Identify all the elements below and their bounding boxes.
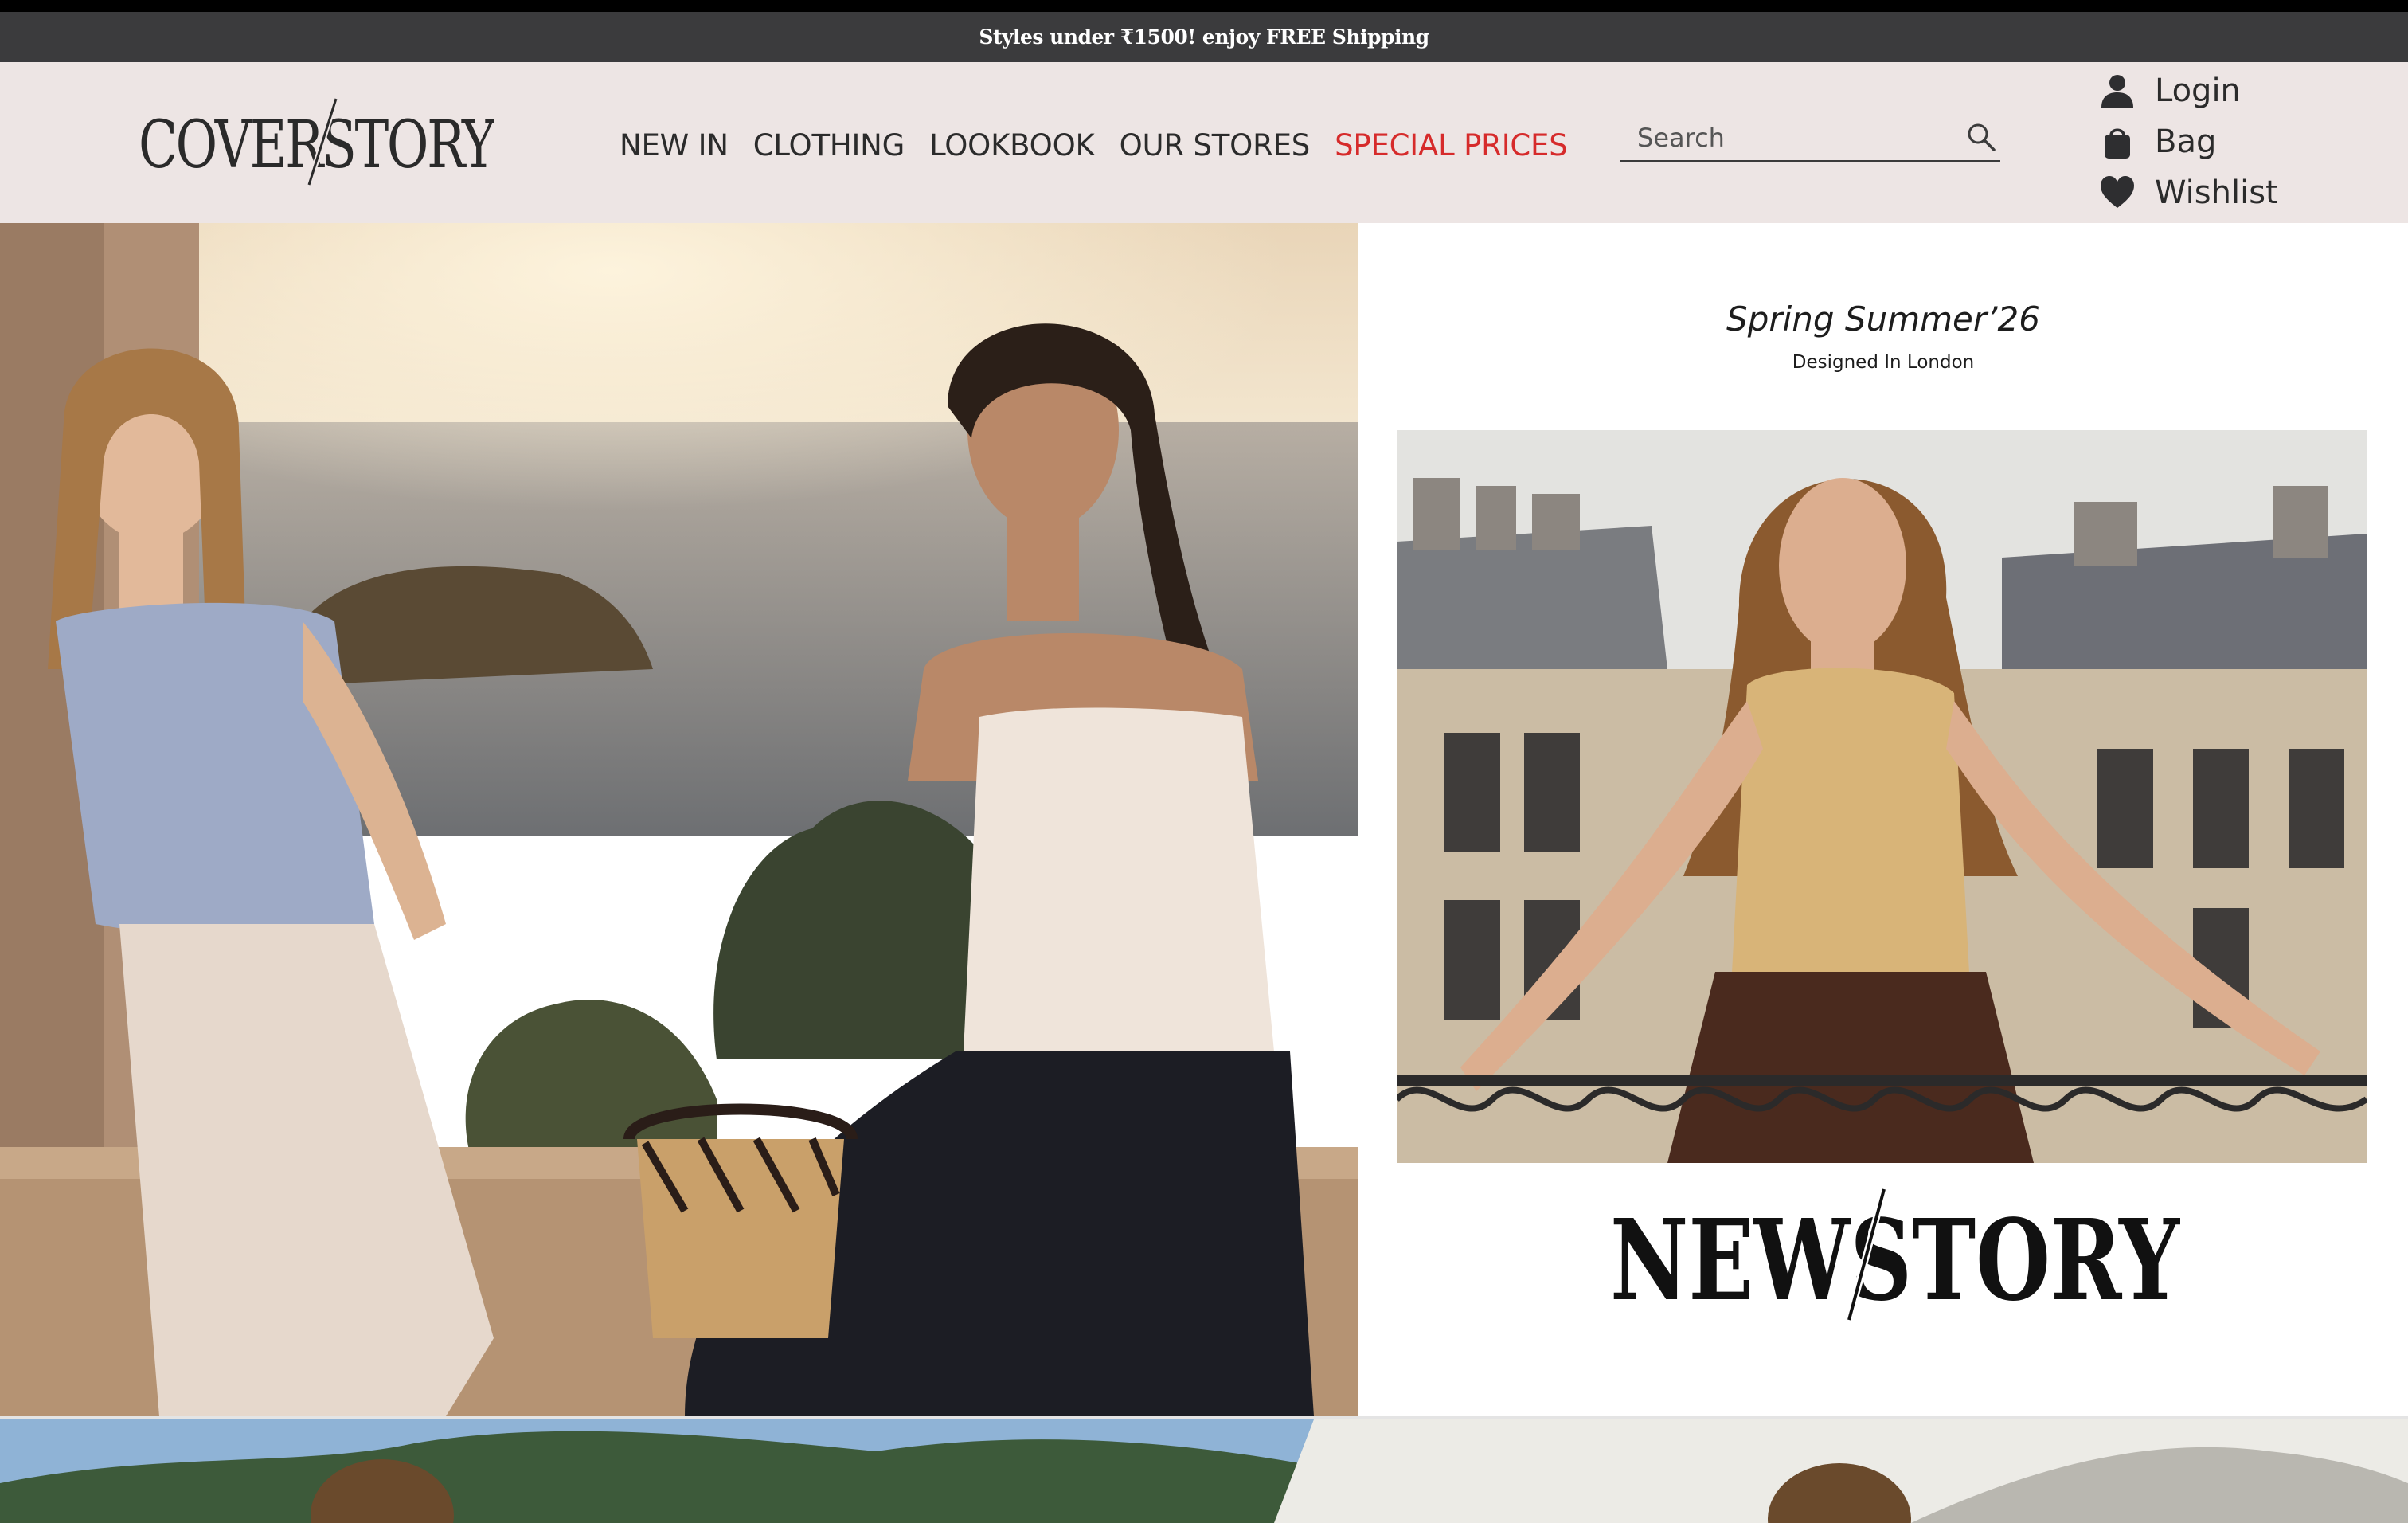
main-nav: NEW IN CLOTHING LOOKBOOK OUR STORES SPEC…	[620, 121, 1568, 169]
heart-icon	[2101, 176, 2134, 208]
top-strip	[0, 0, 2408, 12]
svg-text:COVERSTORY: COVERSTORY	[139, 108, 494, 183]
brand-logo[interactable]: COVERSTORY	[139, 96, 494, 191]
nav-clothing[interactable]: CLOTHING	[753, 128, 905, 162]
nav-special-prices[interactable]: SPECIAL PRICES	[1335, 128, 1568, 162]
hero-photo-terrace[interactable]	[0, 223, 1358, 1416]
site-header: COVERSTORY NEW IN CLOTHING LOOKBOOK OUR …	[0, 62, 2408, 223]
login-label: Login	[2155, 72, 2241, 109]
bag-label: Bag	[2155, 123, 2217, 160]
bag-icon	[2105, 128, 2130, 159]
account-links: Login Bag Wishlist	[2099, 65, 2386, 218]
search-box	[1620, 115, 2000, 162]
search-icon[interactable]	[1965, 121, 1997, 153]
collection-logo: NEWSTORY	[1610, 1188, 2180, 1326]
season-subtitle: Designed In London	[1792, 352, 1975, 373]
nav-lookbook[interactable]: LOOKBOOK	[929, 128, 1095, 162]
next-banner-row[interactable]	[0, 1419, 2408, 1523]
hero-photo-illustration	[0, 223, 1358, 1416]
feature-photo-balcony[interactable]	[1397, 430, 2367, 1163]
season-title: Spring Summer’26	[1726, 300, 2040, 339]
promo-text: Styles under ₹1500! enjoy FREE Shipping	[979, 25, 1429, 49]
promo-bar: Styles under ₹1500! enjoy FREE Shipping	[0, 12, 2408, 62]
search-input[interactable]	[1636, 118, 1954, 158]
feature-photo-illustration	[1397, 430, 2367, 1163]
nav-new-in[interactable]: NEW IN	[620, 128, 729, 162]
wishlist-link[interactable]: Wishlist	[2099, 167, 2386, 218]
login-link[interactable]: Login	[2099, 65, 2386, 116]
user-icon	[2101, 75, 2133, 108]
hero-feature-panel: Spring Summer’26 Designed In London NEWS…	[1358, 223, 2408, 1416]
svg-text:NEWSTORY: NEWSTORY	[1610, 1196, 2180, 1326]
wishlist-label: Wishlist	[2155, 174, 2278, 211]
bag-link[interactable]: Bag	[2099, 116, 2386, 167]
next-banner-illustration	[0, 1419, 2408, 1523]
nav-our-stores[interactable]: OUR STORES	[1120, 128, 1311, 162]
